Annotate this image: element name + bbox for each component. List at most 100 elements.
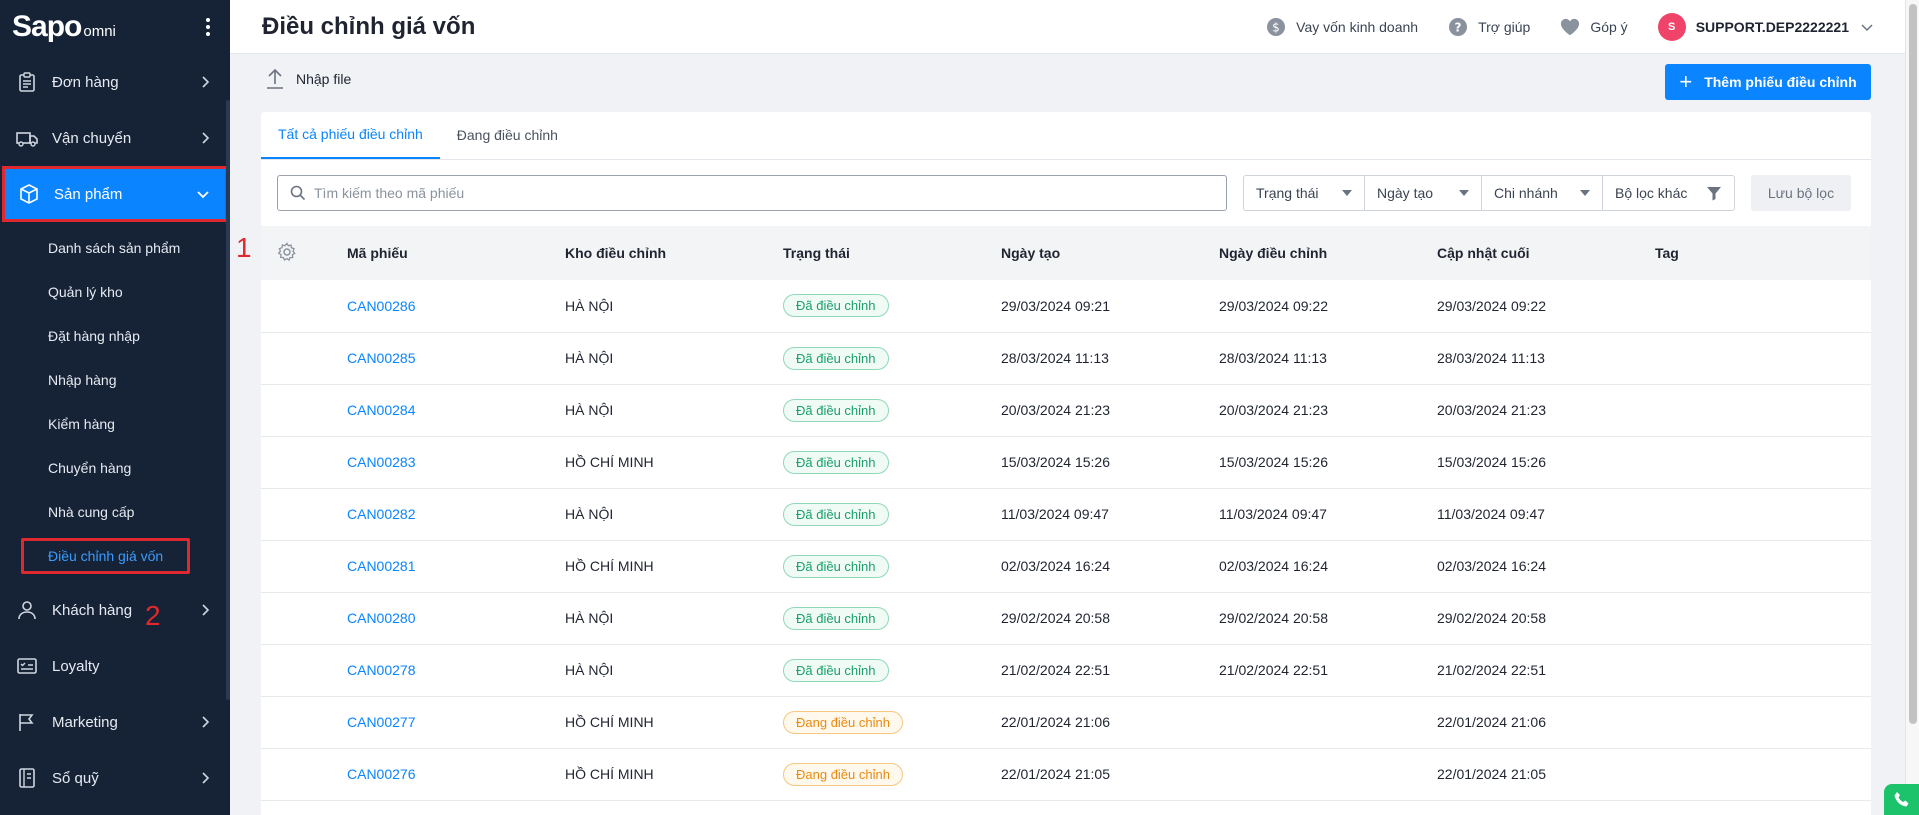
subitem-product-list[interactable]: Danh sách sản phẩm [0, 226, 230, 270]
business-loan-label: Vay vốn kinh doanh [1296, 18, 1419, 35]
adjustment-code-link[interactable]: CAN00278 [347, 662, 416, 678]
cell-adjusted: 20/03/2024 21:23 [1219, 402, 1328, 418]
business-loan-link[interactable]: $ Vay vốn kinh doanh [1266, 17, 1418, 37]
status-badge: Đã điều chỉnh [783, 606, 889, 630]
save-filter-button[interactable]: Lưu bộ lọc [1751, 175, 1851, 211]
cell-code: CAN00285 [347, 332, 565, 384]
cell-status: Đã điều chỉnh [783, 436, 1001, 488]
cell-updated: 20/03/2024 21:23 [1437, 402, 1546, 418]
subitem-receive[interactable]: Nhập hàng [0, 358, 230, 402]
cell-status: Đang điều chỉnh [783, 696, 1001, 748]
adjustment-code-link[interactable]: CAN00281 [347, 558, 416, 574]
sidebar-item-products[interactable]: Sản phẩm [2, 166, 228, 222]
feedback-link[interactable]: Góp ý [1560, 17, 1628, 37]
table-row[interactable]: CAN00276 HỒ CHÍ MINH Đang điều chỉnh 22/01/… [261, 748, 1871, 800]
header-code: Mã phiếu [347, 245, 408, 261]
table-row[interactable]: CAN00280 HÀ NỘI Đã điều chỉnh 29/02/2024 20… [261, 592, 1871, 644]
import-file-button[interactable]: Nhập file [266, 68, 351, 90]
sidebar-item-cashbook[interactable]: Sổ quỹ [0, 750, 230, 806]
header-tag: Tag [1655, 245, 1679, 261]
table-row[interactable]: CAN00282 HÀ NỘI Đã điều chỉnh 11/03/2024 09… [261, 488, 1871, 540]
caret-down-icon [1580, 190, 1590, 196]
subitem-stock-check[interactable]: Kiểm hàng [0, 402, 230, 446]
adjustment-code-link[interactable]: CAN00277 [347, 714, 416, 730]
status-badge: Đã điều chỉnh [783, 450, 889, 474]
sidebar-item-shipping[interactable]: Vận chuyển [0, 110, 230, 166]
header-adjusted: Ngày điều chỉnh [1219, 245, 1328, 261]
user-menu[interactable]: S SUPPORT.DEP2222221 [1657, 12, 1873, 41]
table-row[interactable]: CAN00281 HỒ CHÍ MINH Đã điều chỉnh 02/03/20… [261, 540, 1871, 592]
cell-tag [1655, 644, 1871, 696]
adjustment-code-link[interactable]: CAN00276 [347, 766, 416, 782]
help-link[interactable]: ? Trợ giúp [1448, 17, 1530, 37]
subitem-cost-adjustment[interactable]: Điều chỉnh giá vốn [0, 534, 230, 578]
subitem-inventory[interactable]: Quản lý kho [0, 270, 230, 314]
cell-code: CAN00277 [347, 696, 565, 748]
cell-created: 28/03/2024 11:13 [1001, 350, 1109, 366]
header-created: Ngày tạo [1001, 245, 1061, 261]
plus-icon: + [1679, 69, 1693, 94]
help-icon: ? [1448, 17, 1468, 37]
cell-updated: 22/01/2024 21:06 [1437, 714, 1546, 730]
gear-icon[interactable] [277, 241, 297, 262]
cell-warehouse: HỒ CHÍ MINH [565, 454, 654, 470]
created-date-filter[interactable]: Ngày tạo [1365, 176, 1482, 210]
adjustment-code-link[interactable]: CAN00280 [347, 610, 416, 626]
sidebar-item-marketing[interactable]: Marketing [0, 694, 230, 750]
adjustment-code-link[interactable]: CAN00286 [347, 298, 416, 314]
table-row[interactable]: CAN00285 HÀ NỘI Đã điều chỉnh 28/03/2024 11… [261, 332, 1871, 384]
clipboard-icon [16, 71, 38, 93]
cell-status: Đã điều chỉnh [783, 540, 1001, 592]
subitem-purchase-order[interactable]: Đặt hàng nhập [0, 314, 230, 358]
tab-all-adjustments[interactable]: Tất cả phiếu điều chỉnh [261, 111, 440, 159]
status-filter-label: Trạng thái [1256, 185, 1319, 201]
subitem-suppliers[interactable]: Nhà cung cấp [0, 490, 230, 534]
sidebar-item-orders[interactable]: Đơn hàng [0, 54, 230, 110]
search-input[interactable] [314, 185, 1214, 201]
subitem-transfer[interactable]: Chuyển hàng [0, 446, 230, 490]
sidebar-scrollbar[interactable] [226, 100, 230, 700]
page-scrollbar[interactable] [1905, 0, 1919, 815]
other-filters[interactable]: Bộ lọc khác [1603, 176, 1734, 210]
adjustment-code-link[interactable]: CAN00282 [347, 506, 416, 522]
cell-code: CAN00286 [347, 280, 565, 332]
sapo-logo[interactable]: Sapo omni [12, 10, 116, 44]
cell-warehouse: HÀ NỘI [565, 402, 614, 418]
table-row[interactable]: CAN00284 HÀ NỘI Đã điều chỉnh 20/03/2024 21… [261, 384, 1871, 436]
add-adjustment-button[interactable]: + Thêm phiếu điều chỉnh [1665, 64, 1871, 100]
sidebar-item-loyalty[interactable]: Loyalty [0, 638, 230, 694]
table-row[interactable]: CAN00286 HÀ NỘI Đã điều chỉnh 29/03/2024 09… [261, 280, 1871, 332]
adjustment-code-link[interactable]: CAN00283 [347, 454, 416, 470]
filter-bar: Trạng thái Ngày tạo Chi nhánh Bộ lọc khá… [261, 160, 1871, 226]
row-spacer [261, 332, 347, 384]
call-support-button[interactable] [1884, 784, 1919, 815]
card-icon [16, 655, 38, 677]
cell-tag [1655, 748, 1871, 800]
filter-group: Trạng thái Ngày tạo Chi nhánh Bộ lọc khá… [1243, 175, 1735, 211]
caret-down-icon [1342, 190, 1352, 196]
tab-in-progress[interactable]: Đang điều chỉnh [440, 111, 575, 159]
cell-adjusted: 29/02/2024 20:58 [1219, 610, 1328, 626]
flag-icon [16, 711, 38, 733]
adjustment-code-link[interactable]: CAN00284 [347, 402, 416, 418]
svg-text:$: $ [1272, 20, 1280, 34]
cell-code: CAN00278 [347, 644, 565, 696]
more-menu-icon[interactable] [198, 18, 218, 36]
row-spacer [261, 384, 347, 436]
column-settings[interactable] [261, 226, 347, 280]
cell-adjusted: 15/03/2024 15:26 [1219, 454, 1328, 470]
sidebar-item-customers[interactable]: Khách hàng [0, 582, 230, 638]
table-row[interactable]: CAN00278 HÀ NỘI Đã điều chỉnh 21/02/2024 22… [261, 644, 1871, 696]
scrollbar-thumb[interactable] [1909, 4, 1917, 724]
branch-filter[interactable]: Chi nhánh [1482, 176, 1603, 210]
import-file-label: Nhập file [296, 71, 352, 87]
upload-icon [267, 68, 283, 89]
table-row[interactable]: CAN00283 HỒ CHÍ MINH Đã điều chỉnh 15/03/20… [261, 436, 1871, 488]
table-row[interactable]: CAN00277 HỒ CHÍ MINH Đang điều chỉnh 22/01/… [261, 696, 1871, 748]
adjustments-table: Mã phiếu Kho điều chỉnh Trạng thái Ngày … [261, 226, 1871, 801]
cell-warehouse: HÀ NỘI [565, 610, 614, 626]
status-filter[interactable]: Trạng thái [1244, 176, 1365, 210]
adjustment-code-link[interactable]: CAN00285 [347, 350, 416, 366]
sidebar: Sapo omni Đơn hàng Vận chuyển Sản phẩm D… [0, 0, 230, 815]
cell-status: Đã điều chỉnh [783, 592, 1001, 644]
